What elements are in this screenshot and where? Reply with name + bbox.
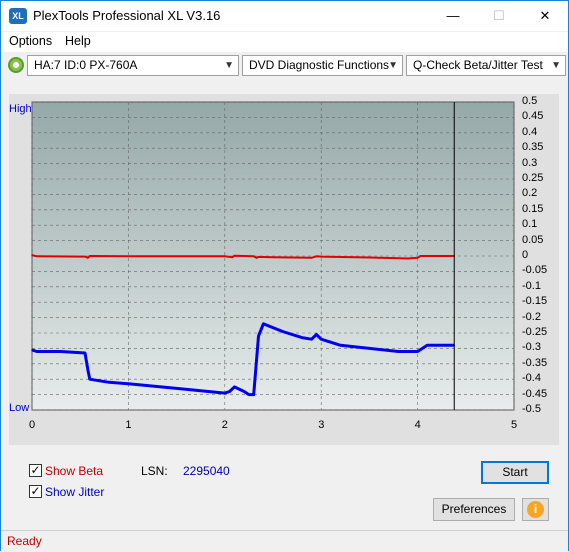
start-button[interactable]: Start xyxy=(481,461,549,484)
status-bar: Ready xyxy=(1,530,568,551)
beta-data-point xyxy=(421,255,424,257)
beta-data-point xyxy=(320,255,323,258)
jitter-data-point xyxy=(315,333,318,336)
jitter-data-point xyxy=(416,350,419,353)
x-tick-label: 3 xyxy=(318,419,325,431)
y-tick-label: -0.2 xyxy=(522,310,541,323)
jitter-data-point xyxy=(281,330,284,333)
jitter-data-point xyxy=(84,352,86,354)
jitter-data-point xyxy=(60,350,62,353)
beta-data-point xyxy=(419,255,422,257)
y-tick-label: 0.15 xyxy=(522,202,544,215)
jitter-data-point xyxy=(233,386,236,388)
y-tick-label: -0.25 xyxy=(522,326,548,338)
y-tick-label: -0.1 xyxy=(522,279,541,292)
beta-data-point xyxy=(310,257,313,259)
beta-data-point xyxy=(416,257,419,259)
x-tick-label: 0 xyxy=(29,419,36,431)
beta-data-point xyxy=(233,254,236,257)
y-tick-label: -0.4 xyxy=(522,372,541,385)
info-icon: i xyxy=(527,501,544,518)
beta-data-point xyxy=(255,257,258,259)
show-beta-checkbox[interactable]: ✓ xyxy=(29,464,42,477)
jitter-data-point xyxy=(320,338,323,340)
beta-data-point xyxy=(175,255,178,258)
jitter-data-point xyxy=(127,383,130,385)
beta-data-point xyxy=(252,255,255,258)
jitter-data-point xyxy=(339,344,342,347)
beta-data-point xyxy=(89,255,91,257)
jitter-data-point xyxy=(31,349,33,351)
y-tick-label: -0.35 xyxy=(522,356,548,369)
y-tick-label: 0 xyxy=(522,249,529,261)
y-tick-label: -0.05 xyxy=(522,264,548,277)
y-tick-label: 0.05 xyxy=(522,233,544,246)
y-tick-label: 0.5 xyxy=(522,95,538,107)
y-tick-label: 0.25 xyxy=(522,172,544,184)
y-tick-label: 0.4 xyxy=(522,125,538,138)
jitter-data-point xyxy=(426,344,429,347)
jitter-data-point xyxy=(397,350,400,353)
jitter-data-point xyxy=(248,393,250,396)
x-tick-label: 2 xyxy=(221,419,228,431)
info-button[interactable]: i xyxy=(522,498,549,521)
y-tick-label: -0.45 xyxy=(522,387,548,400)
lsn-value: 2295040 xyxy=(183,464,230,478)
y-tick-label: 0.1 xyxy=(522,218,538,231)
y-tick-label: 0.45 xyxy=(522,110,544,123)
jitter-data-point xyxy=(228,390,231,393)
beta-data-point xyxy=(272,256,274,259)
jitter-data-point xyxy=(87,369,89,371)
preferences-button[interactable]: Preferences xyxy=(433,498,515,521)
jitter-data-point xyxy=(89,378,91,381)
y-tick-label: -0.3 xyxy=(522,341,541,354)
jitter-data-point xyxy=(175,387,178,390)
x-tick-label: 5 xyxy=(511,419,518,431)
y-tick-label: -0.15 xyxy=(522,295,548,308)
beta-data-point xyxy=(84,255,86,258)
jitter-data-point xyxy=(252,393,255,396)
show-jitter-checkbox[interactable]: ✓ xyxy=(29,485,42,498)
beta-data-point xyxy=(257,256,260,258)
y-axis-low-label: Low xyxy=(9,402,30,414)
jitter-data-point xyxy=(301,336,303,339)
jitter-data-point xyxy=(310,338,313,340)
show-beta-label[interactable]: Show Beta xyxy=(45,464,103,478)
jitter-data-point xyxy=(262,322,265,325)
beta-data-point xyxy=(231,256,234,259)
beta-data-point xyxy=(36,255,38,258)
beta-data-point xyxy=(31,254,33,256)
x-tick-label: 1 xyxy=(125,419,132,431)
lsn-label: LSN: xyxy=(141,464,168,478)
status-text: Ready xyxy=(7,534,42,548)
jitter-data-point xyxy=(224,392,226,394)
main-window: XL PlexTools Professional XL V3.16 — ☐ ✕… xyxy=(0,0,569,551)
y-tick-label: -0.5 xyxy=(522,403,541,415)
beta-data-point xyxy=(87,257,89,259)
y-tick-label: 0.3 xyxy=(522,156,538,169)
beta-data-point xyxy=(368,256,371,259)
jitter-data-point xyxy=(108,381,110,384)
jitter-data-point xyxy=(36,350,38,353)
show-jitter-label[interactable]: Show Jitter xyxy=(45,485,104,499)
y-tick-label: 0.35 xyxy=(522,141,544,154)
beta-data-point xyxy=(127,255,130,258)
beta-data-point xyxy=(315,255,318,258)
y-tick-label: 0.2 xyxy=(522,187,538,200)
jitter-data-point xyxy=(243,390,245,393)
jitter-data-point xyxy=(368,347,371,350)
beta-data-point xyxy=(407,257,409,260)
x-tick-label: 4 xyxy=(414,419,421,431)
beta-data-point xyxy=(224,255,226,258)
jitter-data-point xyxy=(257,335,260,337)
y-axis-high-label: High xyxy=(9,103,32,115)
jitter-data-point xyxy=(421,347,424,350)
